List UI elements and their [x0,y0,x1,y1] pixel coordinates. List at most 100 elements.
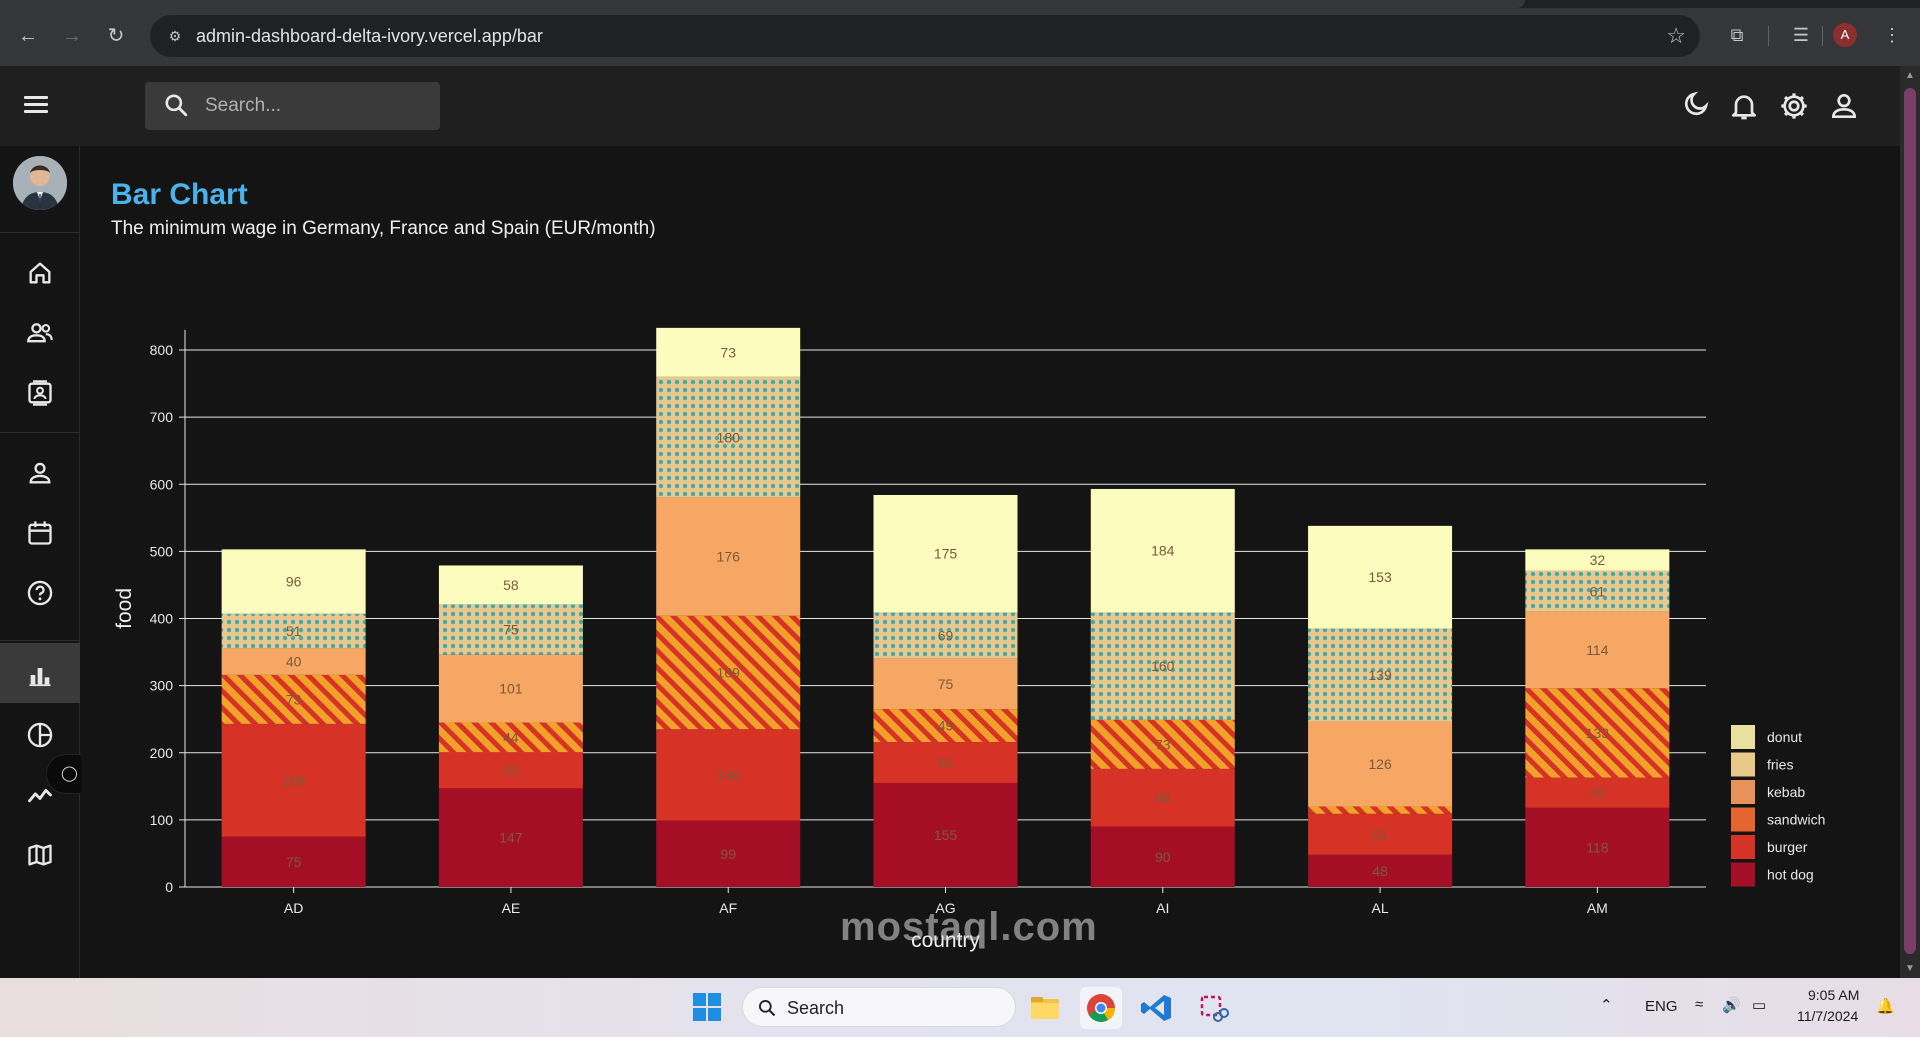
vscode-icon[interactable] [1136,987,1178,1029]
avatar[interactable] [13,156,67,210]
sidebar-item-dashboard[interactable] [0,241,80,301]
contacts-icon [28,380,52,406]
legend-label: burger [1767,839,1808,855]
tray-overflow-chevron-icon[interactable]: ⌃ [1600,996,1613,1014]
sidebar-item-bar-chart[interactable] [0,643,80,703]
bar-value-label: 61 [1372,826,1388,842]
bar-value-label: 49 [938,718,954,734]
bar-value-label: 75 [503,622,519,638]
clock-date[interactable]: 11/7/2024 [1797,1008,1858,1024]
chrome-icon[interactable] [1080,987,1122,1029]
user-profile-icon[interactable] [1828,90,1860,122]
legend-label: kebab [1767,784,1805,800]
legend-swatch [1731,835,1755,859]
bar-value-label: 61 [1590,583,1606,599]
bar-value-label: 176 [717,549,741,565]
sidebar-item-team[interactable] [0,301,80,361]
scroll-down-arrow-icon[interactable]: ▼ [1905,963,1915,974]
windows-taskbar: Search ⌃ ENG ≈ 🔊 ▭ 9:05 AM 11/7/2024 🔔 [0,978,1920,1037]
snipping-tool-icon[interactable] [1192,987,1234,1029]
settings-gear-icon[interactable] [1778,90,1810,122]
bar-value-label: 73 [1155,736,1171,752]
y-tick-label: 600 [150,476,174,492]
search-icon [759,1000,776,1017]
app-topbar [0,66,1900,146]
bar-value-label: 147 [499,830,523,846]
legend-label: sandwich [1767,812,1825,828]
extensions-icon[interactable]: ⧉ [1722,20,1752,50]
bar-value-label: 101 [499,681,523,697]
map-icon [28,844,52,866]
bookmark-star-icon[interactable]: ☆ [1666,23,1686,49]
bar-value-label: 40 [286,653,302,669]
browser-toolbar: ← → ↻ ⚙ admin-dashboard-delta-ivory.verc… [0,0,1920,66]
volume-icon[interactable]: 🔊 [1722,996,1741,1014]
sidebar-item-profile-form[interactable] [0,441,80,501]
sidebar-item-faq[interactable] [0,561,80,621]
taskbar-search-label: Search [787,998,845,1018]
scroll-up-arrow-icon[interactable]: ▲ [1905,70,1915,81]
bar-value-label: 169 [717,665,741,681]
bar-value-label: 175 [934,546,958,562]
scrollbar-thumb[interactable] [1904,88,1916,954]
bar-value-label: 118 [1586,839,1609,855]
sidebar-item-calendar[interactable] [0,501,80,561]
forward-arrow-icon[interactable]: → [56,20,88,52]
x-tick-label: AM [1587,900,1608,916]
battery-icon[interactable]: ▭ [1752,996,1766,1014]
sidebar-item-contacts[interactable] [0,361,80,421]
url-text[interactable]: admin-dashboard-delta-ivory.vercel.app/b… [196,26,543,47]
people-icon [27,323,53,343]
back-arrow-icon[interactable]: ← [12,20,44,52]
bar-value-label: 180 [717,429,741,445]
sidebar-divider [0,640,80,641]
home-icon [29,262,51,284]
hamburger-menu-icon[interactable] [24,92,54,120]
y-axis-title: food [113,588,136,629]
site-info-icon[interactable]: ⚙ [164,25,186,47]
comment-icon[interactable]: ◯ [61,764,78,782]
y-tick-label: 200 [150,745,174,761]
page-scrollbar[interactable]: ▲ ▼ [1900,66,1920,978]
bar-value-label: 168 [282,772,306,788]
reload-icon[interactable]: ↻ [100,20,132,52]
active-tab[interactable] [0,0,1525,8]
x-tick-label: AD [284,900,303,916]
bar-value-label: 44 [503,729,519,745]
file-explorer-icon[interactable] [1024,987,1066,1029]
profile-avatar[interactable]: A [1833,23,1857,47]
bar-value-label: 58 [503,577,519,593]
sidebar-item-geography[interactable] [0,823,80,883]
wifi-icon[interactable]: ≈ [1695,996,1703,1013]
bar-value-label: 54 [503,762,519,778]
taskbar-search[interactable]: Search [742,987,1016,1027]
windows-start-icon[interactable] [692,992,722,1022]
y-tick-label: 500 [150,543,174,559]
legend-label: hot dog [1767,867,1814,883]
y-tick-label: 400 [150,611,174,627]
search-input[interactable] [205,94,425,118]
y-tick-label: 0 [165,879,173,895]
notification-bell-icon[interactable]: 🔔 [1876,997,1895,1015]
clock-time[interactable]: 9:05 AM [1808,987,1859,1003]
address-bar[interactable]: ⚙ admin-dashboard-delta-ivory.vercel.app… [150,15,1700,57]
notifications-bell-icon[interactable] [1728,90,1760,122]
x-tick-label: AI [1156,900,1169,916]
browser-menu-icon[interactable]: ⋮ [1877,20,1907,50]
dark-mode-moon-icon[interactable] [1678,90,1710,122]
bar-value-label: 75 [938,676,954,692]
bar-value-label: 136 [717,767,741,783]
media-control-icon[interactable]: ☰ [1786,20,1816,50]
bar-value-label: 73 [286,691,302,707]
language-indicator[interactable]: ENG [1645,998,1678,1015]
bar-value-label: 86 [1155,790,1171,806]
bar-value-label: 45 [1590,785,1606,801]
search-box[interactable] [145,82,440,130]
pie-chart-icon [27,722,53,748]
bar-value-label: 90 [1155,849,1171,865]
bar-value-label: 75 [286,854,302,870]
calendar-icon [28,521,52,545]
bar-value-label: 160 [1151,658,1175,674]
toolbar-separator [1822,26,1823,46]
search-icon [165,94,188,117]
